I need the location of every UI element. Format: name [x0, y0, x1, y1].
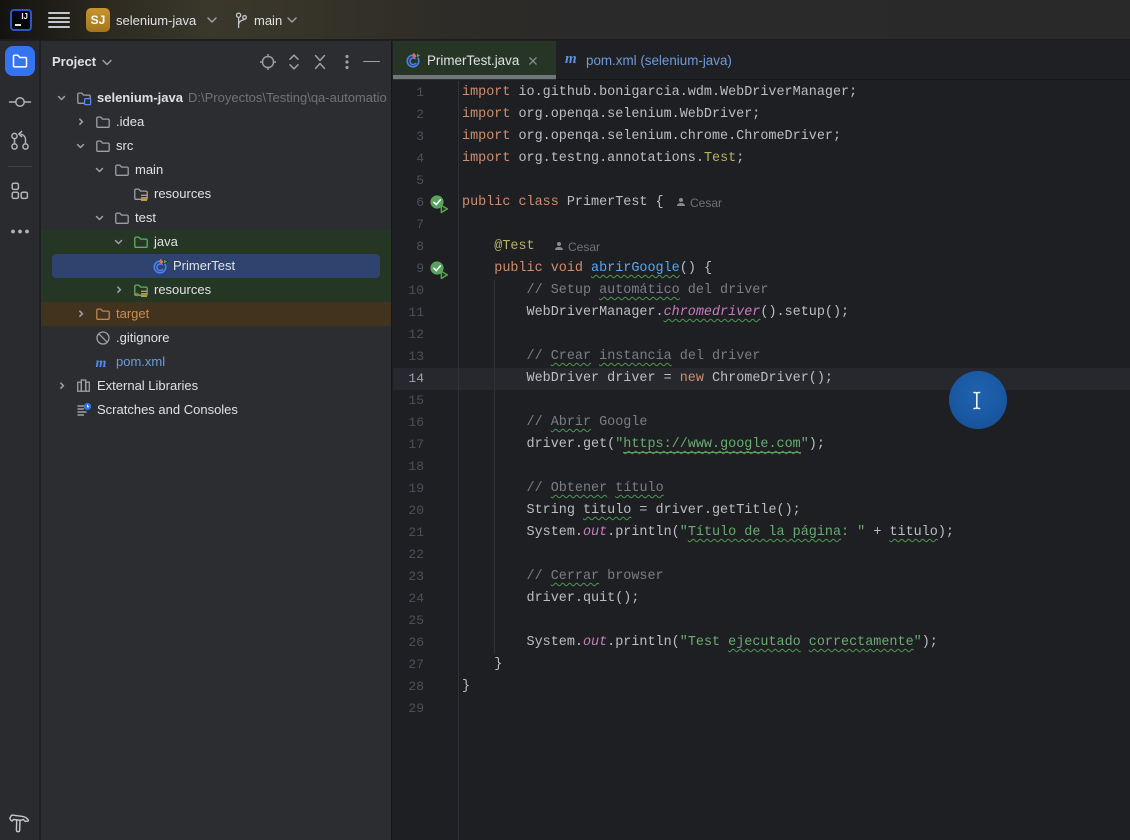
svg-text:m: m — [96, 356, 107, 370]
